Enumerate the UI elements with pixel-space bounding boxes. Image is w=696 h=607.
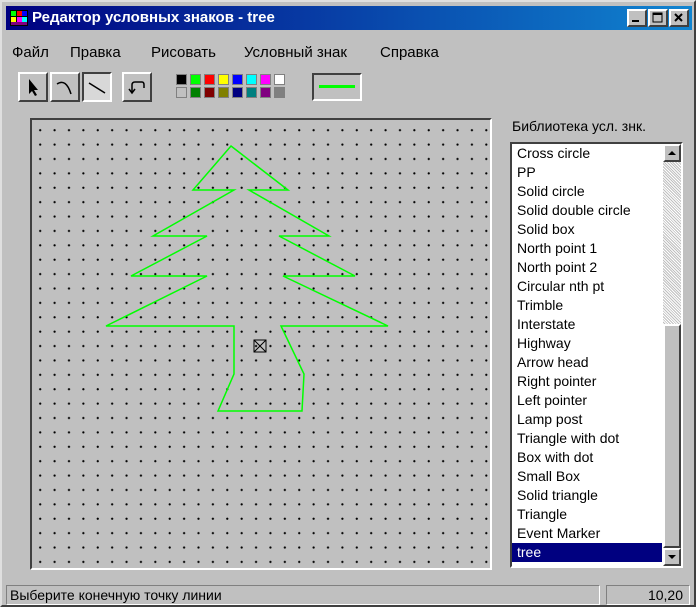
color-swatch[interactable] — [218, 87, 229, 98]
undo-icon — [128, 81, 145, 95]
arc-tool-icon — [56, 81, 72, 95]
scroll-up-button[interactable] — [663, 144, 681, 162]
library-item[interactable]: Event Marker — [512, 524, 662, 543]
app-icon — [10, 10, 28, 26]
symbol-library-list[interactable]: Cross circle PP Solid circle Solid double c… — [510, 142, 683, 568]
library-scrollbar[interactable] — [663, 144, 681, 566]
color-swatch[interactable] — [232, 74, 243, 85]
color-swatch[interactable] — [204, 74, 215, 85]
scroll-up-icon — [668, 151, 676, 155]
library-label: Библиотека усл. знк. — [512, 118, 646, 134]
arc-tool-button[interactable] — [50, 72, 80, 102]
color-swatch[interactable] — [274, 74, 285, 85]
color-swatch[interactable] — [190, 74, 201, 85]
line-color-preview — [319, 85, 355, 88]
menu-bar: Файл Правка Рисовать Условный знак Справ… — [6, 42, 692, 64]
current-line-color[interactable] — [312, 73, 362, 101]
library-item[interactable]: PP — [512, 163, 662, 182]
library-item[interactable]: Circular nth pt — [512, 277, 662, 296]
library-item[interactable]: Triangle with dot — [512, 429, 662, 448]
maximize-icon — [652, 12, 663, 23]
library-item[interactable]: Trimble — [512, 296, 662, 315]
menu-file[interactable]: Файл — [12, 44, 49, 61]
scroll-down-button[interactable] — [663, 548, 681, 566]
undo-button[interactable] — [122, 72, 152, 102]
line-tool-icon — [88, 82, 106, 94]
color-swatch[interactable] — [260, 87, 271, 98]
library-item[interactable]: North point 1 — [512, 239, 662, 258]
cursor-coordinates: 10,20 — [606, 585, 690, 605]
maximize-button[interactable] — [648, 9, 668, 27]
color-swatch[interactable] — [260, 74, 271, 85]
library-item[interactable]: Solid double circle — [512, 201, 662, 220]
scroll-thumb[interactable] — [663, 324, 681, 548]
library-item[interactable]: North point 2 — [512, 258, 662, 277]
origin-cross-box-icon[interactable] — [253, 339, 267, 353]
library-item[interactable]: Solid circle — [512, 182, 662, 201]
close-button[interactable] — [669, 9, 689, 27]
color-swatch[interactable] — [274, 87, 285, 98]
color-swatch[interactable] — [176, 87, 187, 98]
main-window: Редактор условных знаков - tree Файл Пра… — [0, 0, 696, 607]
menu-help[interactable]: Справка — [380, 44, 439, 61]
color-swatch[interactable] — [204, 87, 215, 98]
select-arrow-icon — [29, 79, 38, 96]
color-swatch[interactable] — [190, 87, 201, 98]
color-swatch[interactable] — [232, 87, 243, 98]
status-bar: Выберите конечную точку линии 10,20 — [6, 585, 692, 605]
close-icon — [674, 13, 683, 22]
color-swatch[interactable] — [176, 74, 187, 85]
menu-draw[interactable]: Рисовать — [151, 44, 216, 61]
library-item[interactable]: Triangle — [512, 505, 662, 524]
color-palette — [176, 74, 296, 100]
library-item[interactable]: Small Box — [512, 467, 662, 486]
line-tool-button[interactable] — [82, 72, 112, 102]
library-item[interactable]: tree — [512, 543, 662, 562]
color-swatch[interactable] — [218, 74, 229, 85]
minimize-icon — [632, 20, 639, 22]
select-tool-button[interactable] — [18, 72, 48, 102]
library-item[interactable]: Lamp post — [512, 410, 662, 429]
menu-edit[interactable]: Правка — [70, 44, 121, 61]
title-bar[interactable]: Редактор условных знаков - tree — [6, 6, 692, 30]
menu-symbol[interactable]: Условный знак — [244, 44, 347, 61]
library-item[interactable]: Highway — [512, 334, 662, 353]
library-item[interactable]: Interstate — [512, 315, 662, 334]
library-item[interactable]: Cross circle — [512, 144, 662, 163]
library-item[interactable]: Left pointer — [512, 391, 662, 410]
color-swatch[interactable] — [246, 74, 257, 85]
drawing-canvas[interactable] — [30, 118, 492, 570]
library-item[interactable]: Solid triangle — [512, 486, 662, 505]
library-item[interactable]: Box with dot — [512, 448, 662, 467]
library-item[interactable]: Arrow head — [512, 353, 662, 372]
scroll-down-icon — [668, 555, 676, 559]
tree-symbol-outline[interactable] — [105, 144, 389, 412]
library-item[interactable]: Solid box — [512, 220, 662, 239]
toolbar — [10, 72, 690, 102]
window-title: Редактор условных знаков - tree — [32, 9, 275, 26]
minimize-button[interactable] — [627, 9, 647, 27]
symbol-drawing — [105, 144, 389, 412]
color-swatch[interactable] — [246, 87, 257, 98]
library-item[interactable]: Right pointer — [512, 372, 662, 391]
status-message: Выберите конечную точку линии — [6, 585, 600, 605]
